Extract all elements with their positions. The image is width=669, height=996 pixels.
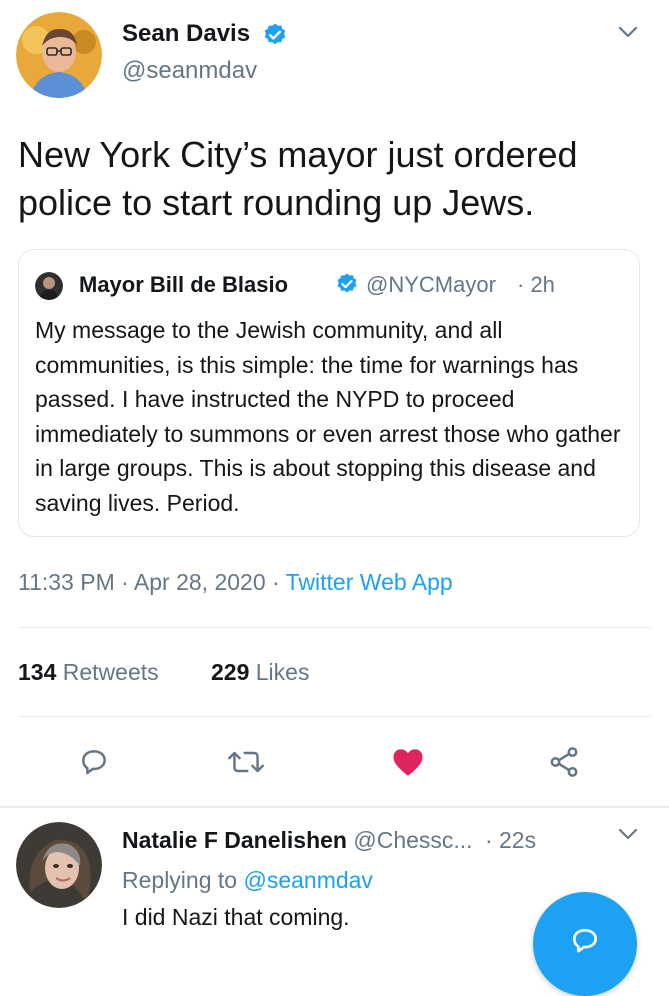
share-icon[interactable] <box>542 742 586 782</box>
heart-icon[interactable] <box>386 742 430 782</box>
verified-badge-icon <box>335 272 359 296</box>
quoted-author-handle: @NYCMayor <box>366 272 496 297</box>
likes-label: Likes <box>255 659 310 685</box>
compose-reply-button[interactable] <box>533 892 637 996</box>
retweet-icon[interactable] <box>224 742 268 782</box>
chevron-down-icon[interactable] <box>617 826 639 842</box>
author-name[interactable]: Sean Davis <box>122 20 250 48</box>
quoted-tweet-card[interactable]: Mayor Bill de Blasio @NYCMayor · 2h My m… <box>18 249 640 537</box>
likes-count: 229 <box>211 659 250 685</box>
author-avatar[interactable] <box>16 12 102 98</box>
likes-stat[interactable]: 229 Likes <box>211 659 309 686</box>
retweets-count: 134 <box>18 659 57 685</box>
reply-author-name[interactable]: Natalie F Danelishen <box>122 827 347 853</box>
quoted-tweet-text: My message to the Jewish community, and … <box>35 317 621 516</box>
section-separator <box>0 806 669 808</box>
chevron-down-icon[interactable] <box>617 24 639 40</box>
reply-author-handle[interactable]: @Chessc... <box>353 827 472 853</box>
reply-text: I did Nazi that coming. <box>122 904 350 930</box>
tweet-source-link[interactable]: Twitter Web App <box>286 569 453 595</box>
divider <box>18 627 651 628</box>
quoted-author-name: Mayor Bill de Blasio <box>79 272 289 297</box>
tweet-text: New York City’s mayor just ordered polic… <box>18 134 578 223</box>
tweet-timestamp: 11:33 PM · Apr 28, 2020 · <box>18 569 280 595</box>
compose-icon <box>569 926 601 961</box>
author-handle[interactable]: @seanmdav <box>122 57 257 85</box>
reply-time: · 22s <box>484 827 537 853</box>
quoted-author-avatar <box>35 272 63 300</box>
retweets-label: Retweets <box>62 659 159 685</box>
divider <box>18 716 651 717</box>
verified-badge-icon <box>262 22 288 48</box>
replying-to-prefix: Replying to <box>122 867 238 893</box>
retweets-stat[interactable]: 134 Retweets <box>18 659 159 686</box>
reply-icon[interactable] <box>74 742 114 782</box>
reply-author-avatar[interactable] <box>16 822 102 908</box>
replying-to-handle[interactable]: @seanmdav <box>243 867 372 893</box>
quoted-time: · 2h <box>517 272 555 297</box>
